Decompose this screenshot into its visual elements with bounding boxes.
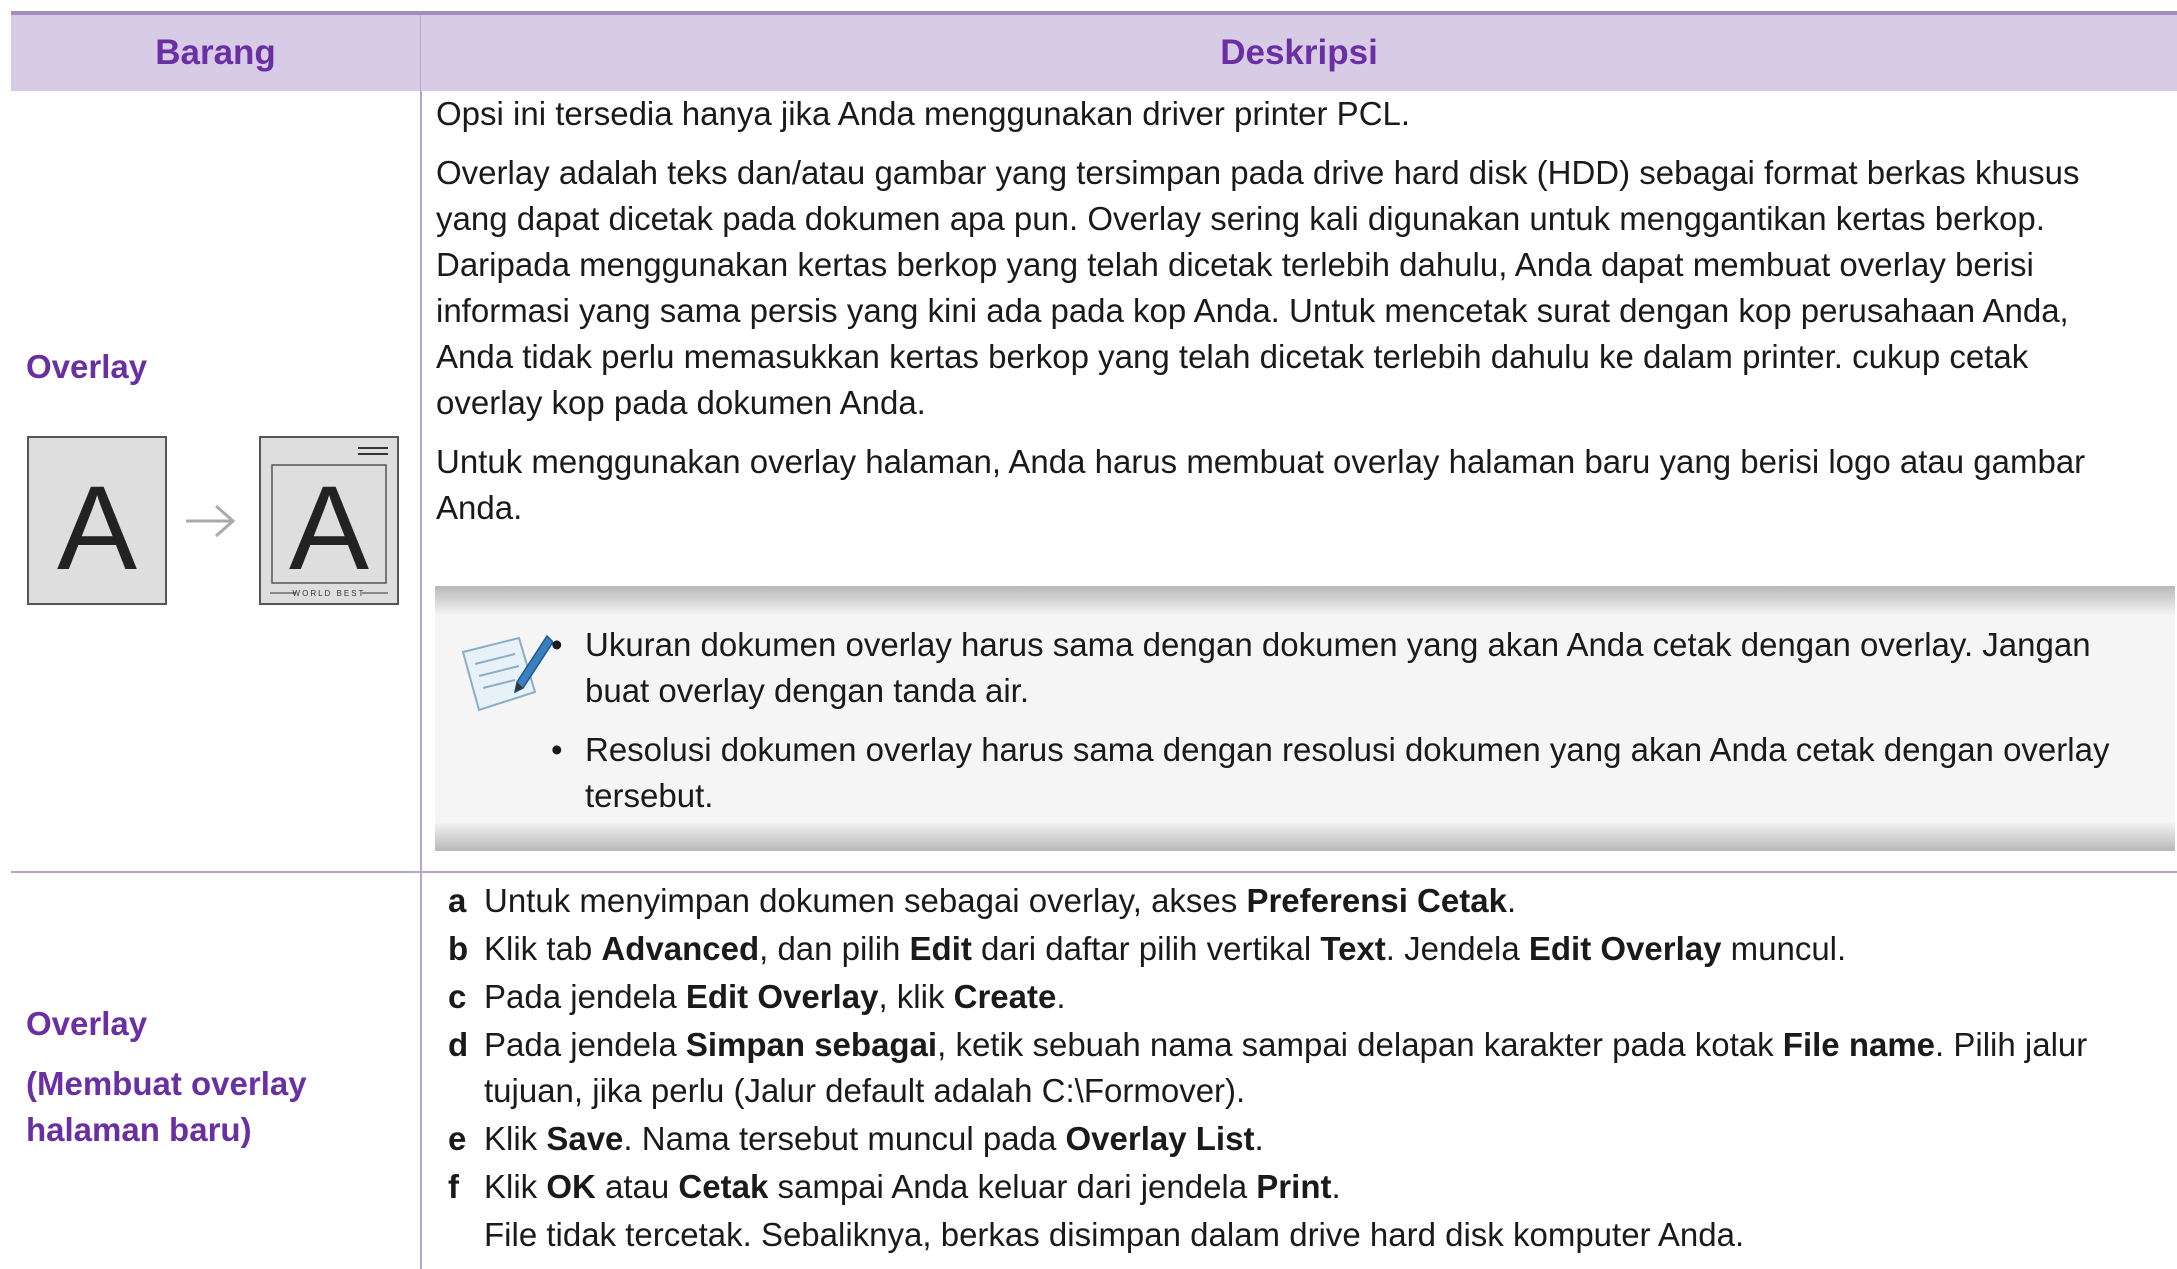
final-note: File tidak tercetak. Sebaliknya, berkas … — [484, 1216, 1745, 1253]
step-item: a Untuk menyimpan dokumen sebagai overlay… — [436, 878, 2166, 924]
page: Barang Deskripsi Overlay A A WORLD BEST — [0, 0, 2177, 1269]
step-item: e Klik Save. Nama tersebut muncul pada Ov… — [436, 1116, 2166, 1162]
overlay-page-letter: A — [289, 461, 369, 595]
overlay-illustration: A A WORLD BEST — [27, 436, 399, 605]
row2-item-title: Overlay — [26, 1005, 148, 1042]
note-icon — [461, 634, 553, 712]
steps-list: a Untuk menyimpan dokumen sebagai overlay… — [436, 878, 2166, 1260]
step-item: c Pada jendela Edit Overlay, klik Create. — [436, 974, 2166, 1020]
step-letter: a — [448, 882, 467, 919]
note-top-bar — [435, 586, 2175, 614]
step-item: d Pada jendela Simpan sebagai, ketik sebu… — [436, 1022, 2166, 1114]
overlay-footer-text: WORLD BEST — [293, 589, 366, 598]
step-letter: c — [448, 978, 467, 1015]
paragraph: Overlay adalah teks dan/atau gambar yang… — [436, 154, 2080, 421]
step-letter: d — [448, 1026, 469, 1063]
row1-description: Opsi ini tersedia hanya jika Anda menggu… — [436, 91, 2136, 544]
column-divider — [420, 873, 422, 1269]
note-list: • Ukuran dokumen overlay harus sama denga… — [551, 622, 2145, 832]
plain-page-letter: A — [57, 461, 137, 595]
paragraph: Opsi ini tersedia hanya jika Anda menggu… — [436, 95, 1411, 132]
bullet: • — [551, 731, 563, 768]
arrow-right-icon — [186, 504, 236, 538]
row2-item-subtitle: (Membuat overlay halaman baru) — [26, 1065, 307, 1148]
column-divider — [420, 91, 422, 871]
paragraph: Untuk menggunakan overlay halaman, Anda … — [436, 443, 2086, 526]
step-item: b Klik tab Advanced, dan pilih Edit dari … — [436, 926, 2166, 972]
note-item: • Ukuran dokumen overlay harus sama denga… — [551, 622, 2145, 714]
step-letter: e — [448, 1120, 467, 1157]
step-letter: f — [448, 1168, 459, 1205]
header-deskripsi: Deskripsi — [1220, 33, 1378, 72]
step-item: f Klik OK atau Cetak sampai Anda keluar d… — [436, 1164, 2166, 1210]
note-item: • Resolusi dokumen overlay harus sama den… — [551, 727, 2145, 819]
row2-item-label: Overlay (Membuat overlay halaman baru) — [26, 1001, 307, 1153]
table-header: Barang Deskripsi — [11, 15, 2177, 91]
header-barang: Barang — [11, 15, 421, 91]
bullet: • — [551, 626, 563, 663]
row-divider — [11, 871, 2177, 873]
step-letter: b — [448, 930, 469, 967]
row1-item-label: Overlay — [26, 348, 148, 385]
note-box: • Ukuran dokumen overlay harus sama denga… — [435, 586, 2175, 851]
